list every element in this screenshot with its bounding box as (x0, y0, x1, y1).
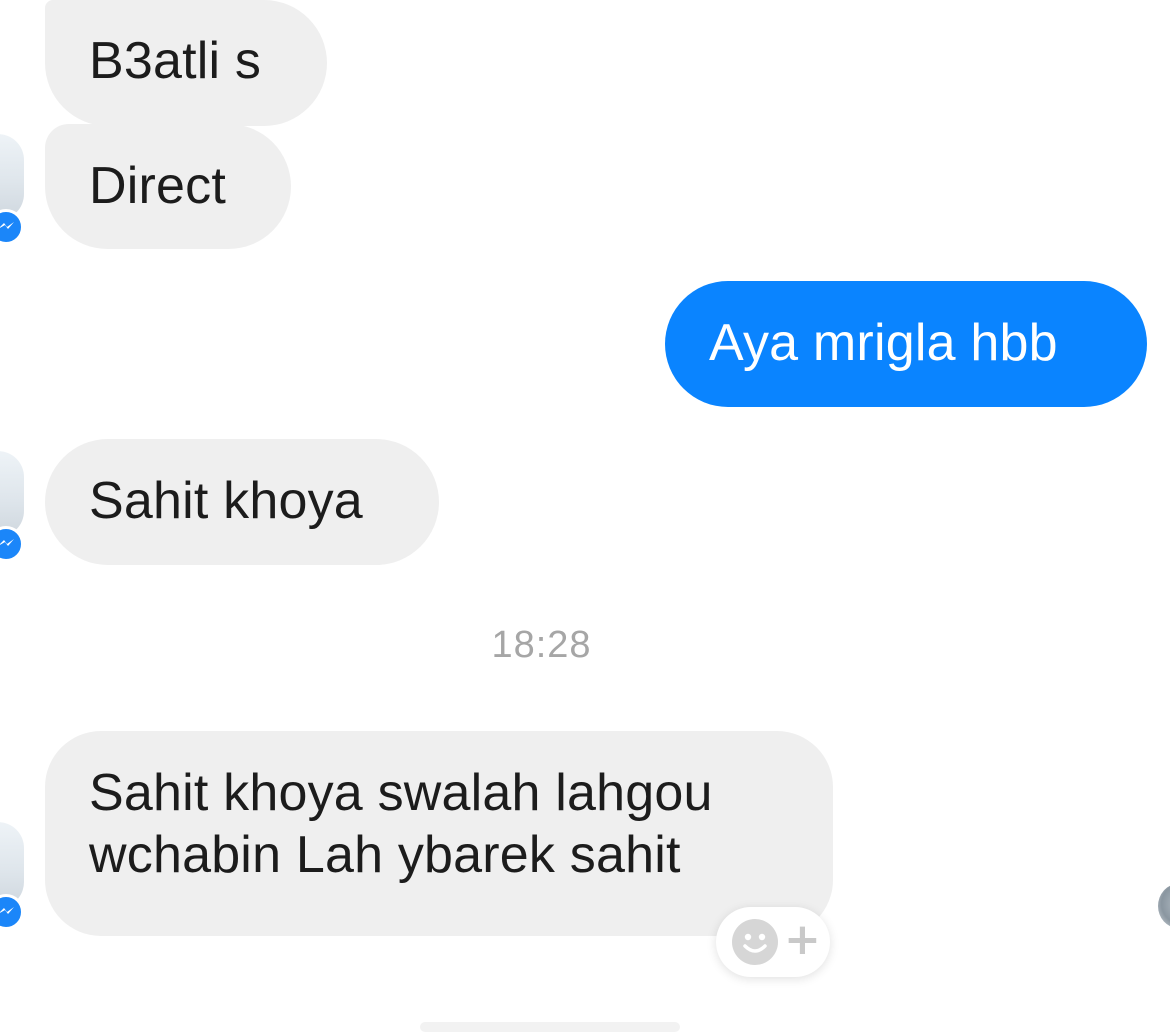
messenger-badge-icon (0, 526, 24, 562)
add-reaction-button[interactable]: + (716, 907, 830, 977)
message-text: Sahit khoya (89, 472, 363, 530)
messenger-badge-icon (0, 209, 24, 245)
composer-edge (420, 1022, 680, 1032)
message-text-line: wchabin Lah ybarek sahit (89, 826, 681, 884)
incoming-message[interactable]: Sahit khoya swalah lahgou wchabin Lah yb… (45, 731, 833, 936)
incoming-message[interactable]: Sahit khoya (45, 439, 439, 565)
message-timestamp: 18:28 (491, 624, 592, 666)
incoming-message[interactable]: Direct (45, 124, 291, 249)
emoji-face-icon (732, 919, 778, 965)
contact-avatar[interactable] (0, 451, 24, 537)
contact-avatar[interactable] (0, 134, 24, 220)
message-text-line: Sahit khoya swalah lahgou (89, 764, 713, 822)
incoming-message[interactable]: B3atli s (45, 0, 327, 126)
message-text: Aya mrigla hbb (709, 314, 1058, 372)
outgoing-message[interactable]: Aya mrigla hbb (665, 281, 1147, 407)
message-text: B3atli s (89, 32, 262, 90)
read-receipt-avatar (1158, 884, 1170, 928)
plus-icon: + (784, 914, 821, 965)
messenger-badge-icon (0, 894, 24, 930)
message-text: Direct (89, 157, 226, 215)
